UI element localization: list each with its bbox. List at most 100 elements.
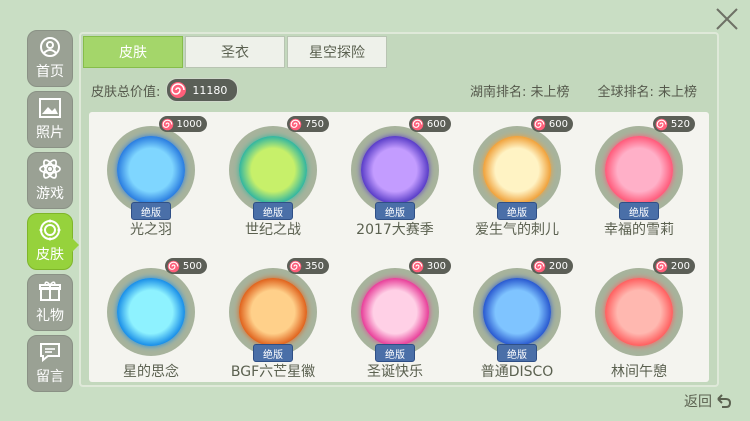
- candy-swirl-icon: [533, 260, 546, 272]
- skin-card[interactable]: 200 绝版普通DISCO: [457, 258, 577, 398]
- skin-card[interactable]: 750 绝版世纪之战: [213, 116, 333, 256]
- skin-card[interactable]: 600 绝版爱生气的刺儿: [457, 116, 577, 256]
- skin-name: 普通DISCO: [480, 364, 554, 380]
- skin-price-badge: 200: [652, 258, 695, 274]
- skin-card[interactable]: 600 绝版 2017大赛季: [335, 116, 455, 256]
- skin-name: 幸福的雪莉: [604, 222, 674, 238]
- candy-swirl-icon: [411, 118, 424, 130]
- candy-swirl-icon: [161, 118, 173, 130]
- global-rank: 全球排名: 未上榜: [597, 84, 697, 100]
- total-value: 11180: [192, 83, 228, 97]
- skin-price-badge: 520: [652, 116, 695, 132]
- tab-bar: 皮肤 圣衣 星空探险: [83, 36, 389, 68]
- skin-price: 350: [304, 260, 324, 272]
- candy-swirl-icon: [170, 82, 187, 98]
- skin-name: 2017大赛季: [356, 222, 434, 238]
- skins-panel: 皮肤 圣衣 星空探险 皮肤总价值: 11180 湖南排名: 未上榜 全球排名: …: [79, 32, 719, 387]
- sidebar-item-gifts[interactable]: 礼物: [27, 274, 73, 331]
- skin-price-badge: 500: [164, 258, 207, 274]
- atom-icon: [38, 158, 62, 180]
- skin-price: 600: [426, 118, 446, 130]
- tab-skins[interactable]: 皮肤: [83, 36, 183, 68]
- limited-edition-badge: 绝版: [497, 344, 537, 362]
- skin-price: 520: [670, 118, 690, 130]
- skin-price-badge: 600: [530, 116, 573, 132]
- sidebar-item-messages[interactable]: 留言: [27, 335, 73, 392]
- skin-name: 光之羽: [130, 222, 172, 238]
- skin-price: 1000: [176, 118, 202, 130]
- limited-edition-badge: 绝版: [131, 202, 171, 220]
- skin-card[interactable]: 350 绝版 BGF六芒星徽: [213, 258, 333, 398]
- skin-price: 200: [670, 260, 690, 272]
- skin-price-badge: 350: [286, 258, 329, 274]
- skin-ring-image: [605, 136, 673, 204]
- message-icon: [38, 341, 62, 363]
- close-icon: [716, 8, 738, 30]
- skin-name: BGF六芒星徽: [230, 364, 316, 380]
- total-value-badge: 11180: [166, 78, 239, 102]
- skin-name: 林间午憩: [611, 364, 667, 380]
- skin-price: 750: [304, 118, 324, 130]
- sidebar-item-label: 礼物: [36, 308, 64, 324]
- sidebar-item-skins[interactable]: 皮肤: [27, 213, 79, 270]
- skin-ring-image: [361, 278, 429, 346]
- skin-ring-image: [117, 278, 185, 346]
- back-label: 返回: [684, 394, 712, 410]
- photo-icon: [38, 97, 62, 119]
- skin-card[interactable]: 300 绝版圣诞快乐: [335, 258, 455, 398]
- limited-edition-badge: 绝版: [253, 202, 293, 220]
- candy-swirl-icon: [289, 260, 302, 272]
- skin-price-badge: 200: [530, 258, 573, 274]
- limited-edition-badge: 绝版: [619, 202, 659, 220]
- hunan-rank: 湖南排名: 未上榜: [469, 84, 570, 100]
- close-button[interactable]: [714, 6, 740, 32]
- skin-card[interactable]: 200 林间午憩: [579, 258, 699, 398]
- total-value-label: 皮肤总价值:: [91, 84, 161, 100]
- skin-name: 圣诞快乐: [367, 364, 423, 380]
- sidebar-item-games[interactable]: 游戏: [27, 152, 73, 209]
- skin-ring-image: [483, 278, 551, 346]
- skin-name: 爱生气的刺儿: [475, 222, 559, 238]
- skin-price-badge: 750: [286, 116, 329, 132]
- skin-price: 600: [548, 118, 568, 130]
- candy-swirl-icon: [655, 118, 668, 130]
- sidebar: 首页 照片 游戏 皮肤 礼物 留言: [27, 30, 79, 396]
- skin-ring-image: [483, 136, 551, 204]
- info-bar: 皮肤总价值: 11180 湖南排名: 未上榜 全球排名: 未上榜: [81, 72, 717, 108]
- candy-swirl-icon: [655, 260, 668, 272]
- gift-icon: [38, 280, 62, 302]
- skin-ring-image: [239, 136, 307, 204]
- candy-swirl-icon: [167, 260, 180, 272]
- tab-sacred-armor[interactable]: 圣衣: [185, 36, 285, 68]
- skin-card[interactable]: 520 绝版幸福的雪莉: [579, 116, 699, 256]
- skin-price: 200: [548, 260, 568, 272]
- skin-price-badge: 600: [408, 116, 451, 132]
- sidebar-item-photos[interactable]: 照片: [27, 91, 73, 148]
- skin-ring-image: [361, 136, 429, 204]
- skin-name: 星的思念: [123, 364, 179, 380]
- skin-ring-image: [239, 278, 307, 346]
- limited-edition-badge: 绝版: [375, 202, 415, 220]
- back-button[interactable]: 返回: [684, 391, 732, 411]
- skin-ring-image: [605, 278, 673, 346]
- skin-price-badge: 1000: [158, 116, 207, 132]
- tab-star-adventure[interactable]: 星空探险: [287, 36, 387, 68]
- limited-edition-badge: 绝版: [375, 344, 415, 362]
- skin-card[interactable]: 500 星的思念: [91, 258, 211, 398]
- sidebar-item-label: 照片: [36, 125, 64, 141]
- candy-swirl-icon: [533, 118, 546, 130]
- skin-price: 500: [182, 260, 202, 272]
- limited-edition-badge: 绝版: [497, 202, 537, 220]
- sidebar-item-home[interactable]: 首页: [27, 30, 73, 87]
- sidebar-item-label: 首页: [36, 64, 64, 80]
- sidebar-item-label: 游戏: [36, 186, 64, 202]
- sidebar-item-label: 留言: [36, 369, 64, 385]
- skin-ring-icon: [38, 219, 62, 241]
- profile-icon: [38, 36, 62, 58]
- candy-swirl-icon: [411, 260, 424, 272]
- skin-ring-image: [117, 136, 185, 204]
- skin-name: 世纪之战: [245, 222, 301, 238]
- skin-price-badge: 300: [408, 258, 451, 274]
- candy-swirl-icon: [289, 118, 302, 130]
- skin-card[interactable]: 1000 绝版光之羽: [91, 116, 211, 256]
